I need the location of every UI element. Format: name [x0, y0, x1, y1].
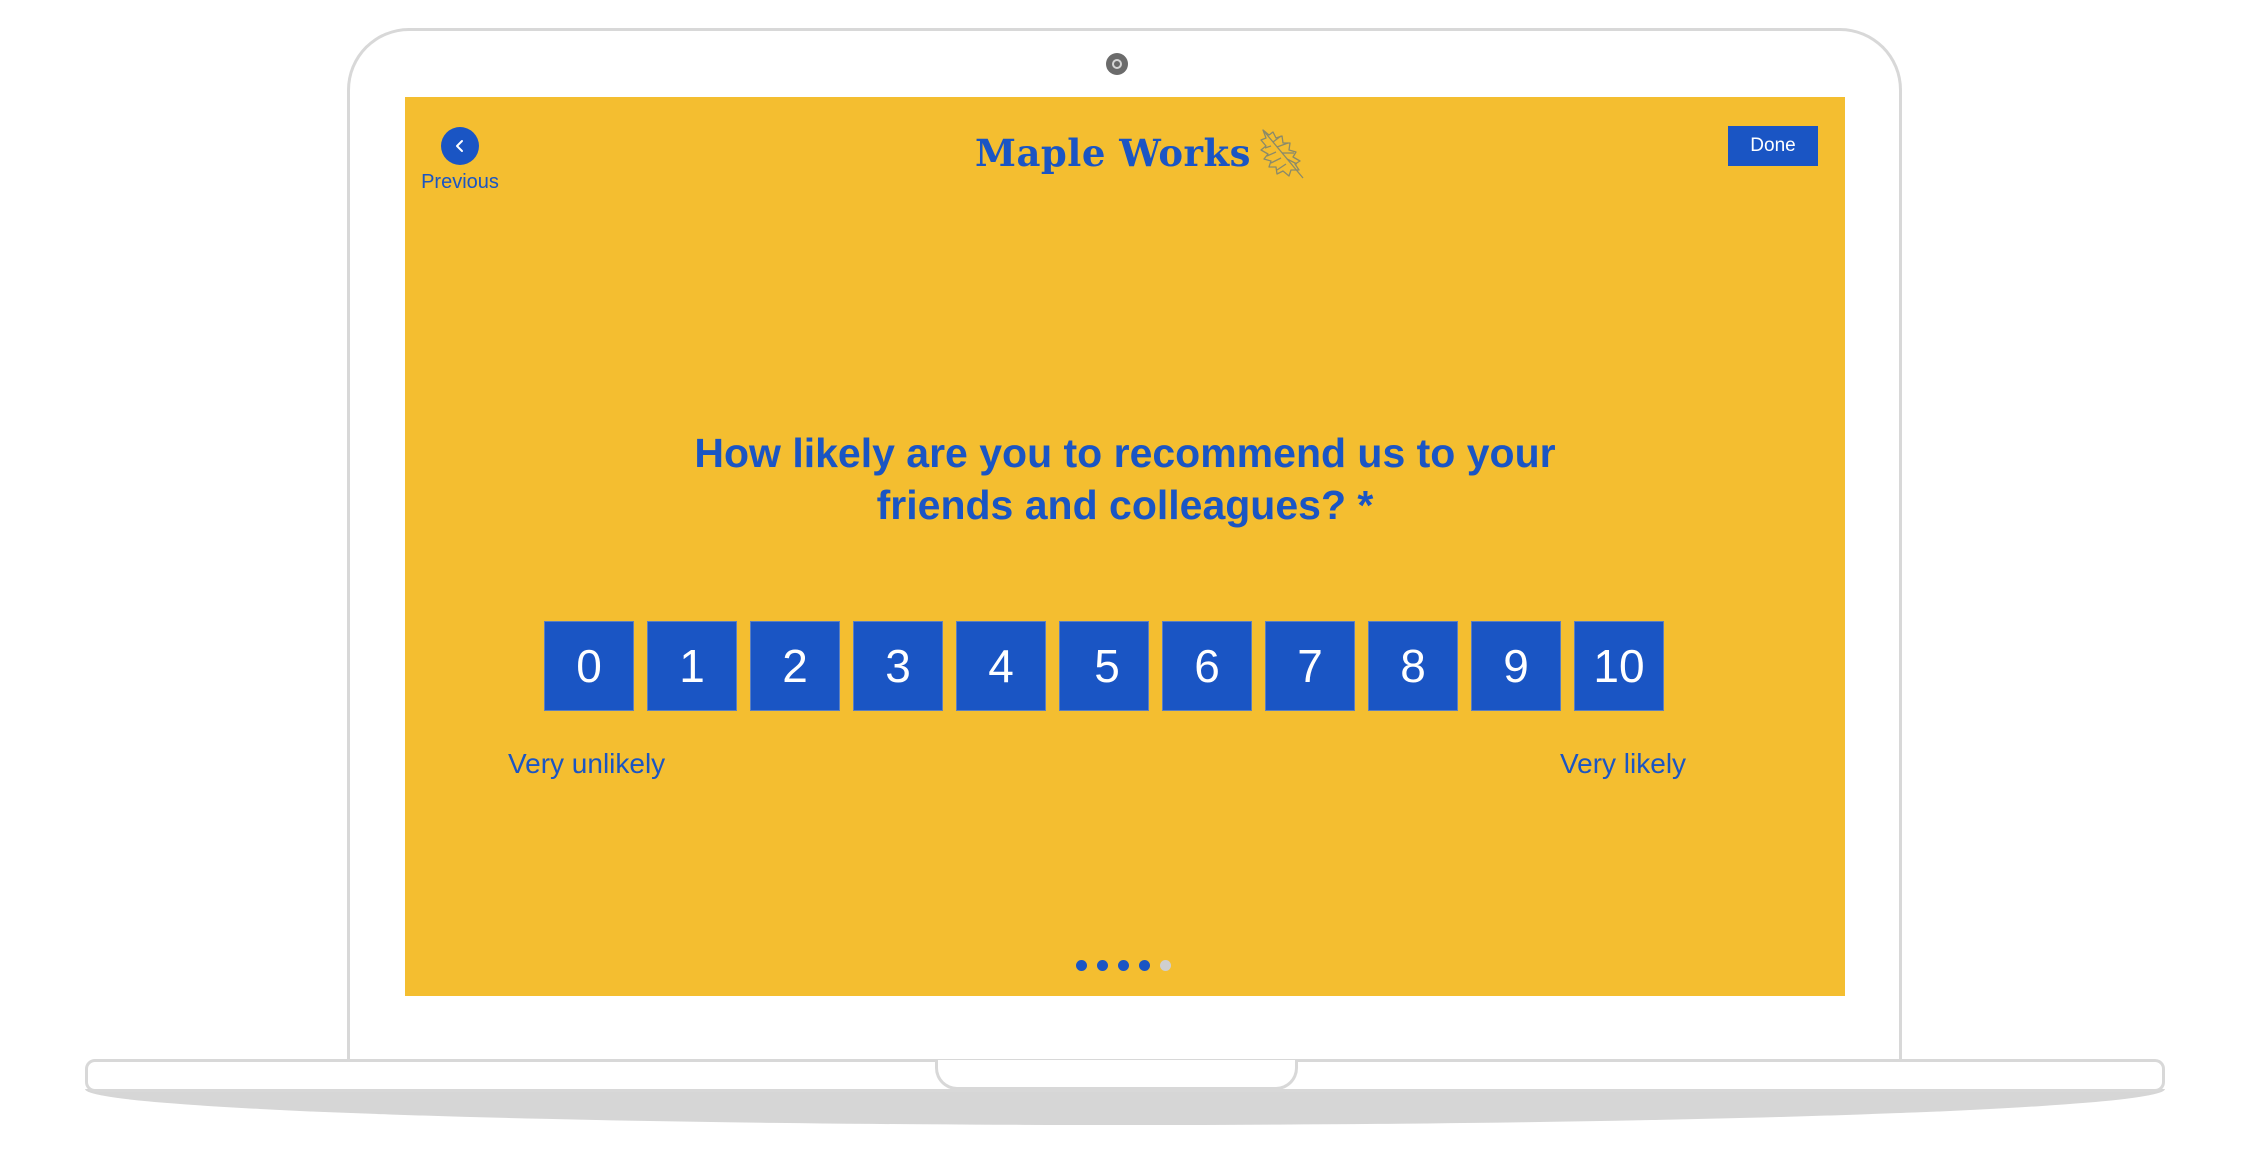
scale-option-3[interactable]: 3: [853, 621, 943, 711]
chevron-left-icon: [441, 127, 479, 165]
scale-high-label: Very likely: [1560, 748, 1687, 779]
scale-option-2[interactable]: 2: [750, 621, 840, 711]
nps-scale: 0 1 2 3 4 5 6 7 8 9 10: [544, 621, 1664, 711]
scale-option-4[interactable]: 4: [956, 621, 1046, 711]
scale-option-10[interactable]: 10: [1574, 621, 1664, 711]
pagination-dots: [1076, 960, 1171, 971]
scale-option-6[interactable]: 6: [1162, 621, 1252, 711]
logo-text: Maple Works: [975, 131, 1251, 175]
scale-option-7[interactable]: 7: [1265, 621, 1355, 711]
previous-label: Previous: [421, 171, 499, 193]
scale-option-1[interactable]: 1: [647, 621, 737, 711]
laptop-notch: [935, 1060, 1298, 1090]
maple-leaf-icon: [1260, 129, 1304, 179]
question-line-2: friends and colleagues? *: [876, 482, 1374, 528]
scale-option-5[interactable]: 5: [1059, 621, 1149, 711]
question-line-1: How likely are you to recommend us to yo…: [694, 430, 1556, 476]
survey-screen: Previous Maple Works Done How likely are…: [405, 97, 1845, 996]
page-dot-4[interactable]: [1139, 960, 1150, 971]
brand-logo: Maple Works: [975, 125, 1309, 181]
webcam-icon: [1106, 53, 1128, 75]
laptop-base-shadow: [85, 1089, 2165, 1125]
scale-option-8[interactable]: 8: [1368, 621, 1458, 711]
scale-option-0[interactable]: 0: [544, 621, 634, 711]
previous-button[interactable]: Previous: [420, 127, 500, 194]
done-button[interactable]: Done: [1728, 126, 1818, 166]
scale-low-label: Very unlikely: [508, 748, 666, 779]
page-dot-1[interactable]: [1076, 960, 1087, 971]
page-dot-3[interactable]: [1118, 960, 1129, 971]
scale-option-9[interactable]: 9: [1471, 621, 1561, 711]
question-title: How likely are you to recommend us to yo…: [405, 427, 1845, 531]
page-dot-5[interactable]: [1160, 960, 1171, 971]
page-dot-2[interactable]: [1097, 960, 1108, 971]
